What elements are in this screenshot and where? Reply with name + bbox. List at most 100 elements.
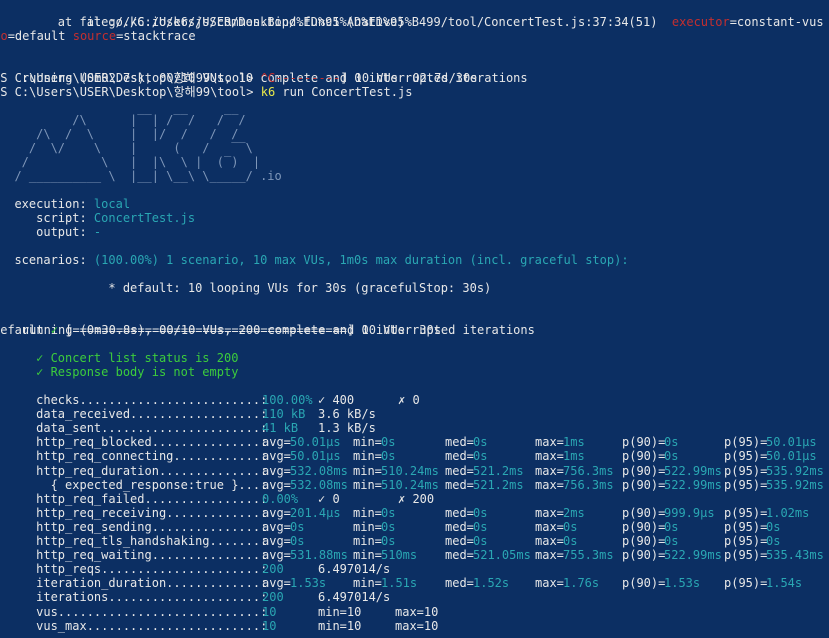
output-label: output: [0, 225, 94, 239]
metric-row: http_req_sending...............: avg= 0s m… [0, 520, 780, 534]
metric-value: min=10 [318, 619, 362, 633]
metric-value: ✗ 200 [398, 492, 435, 506]
metric-value: 522.99ms [664, 478, 722, 492]
metric-value: med= [445, 576, 474, 590]
metric-value: 10 [262, 605, 277, 619]
metric-value: avg= [262, 478, 291, 492]
execution-line: execution: local [0, 197, 130, 211]
metric-value: max= [535, 449, 564, 463]
metric-value: 521.2ms [473, 464, 524, 478]
metric-row: http_req_blocked...............: avg= 50.… [0, 435, 816, 449]
metric-value: p(90)= [622, 520, 666, 534]
terminal-window[interactable]: at go.k6.io/k6/js/common.Bind.func1 (nat… [0, 0, 829, 638]
metric-row: http_req_failed................: 0.00% ✓ … [0, 492, 434, 506]
log-value: =constant-vus [729, 15, 829, 29]
final-progress-line: running (0m30.8s), 00/10 VUs, 200 comple… [0, 309, 535, 337]
metric-name: http_req_blocked...............: [0, 435, 275, 449]
metric-value: 532.08ms [290, 478, 348, 492]
script-label: script: [0, 211, 94, 225]
metric-name: data_sent......................: [0, 421, 275, 435]
metric-value: 0s [664, 520, 679, 534]
metric-value: p(90)= [622, 534, 666, 548]
metric-value: p(95)= [724, 478, 768, 492]
scenarios-line: scenarios: (100.00%) 1 scenario, 10 max … [0, 253, 628, 267]
metric-name: http_req_tls_handshaking.......: [0, 534, 275, 548]
metric-value: med= [445, 449, 474, 463]
metric-name: checks.........................: [0, 393, 275, 407]
metric-value: 1.51s [381, 576, 418, 590]
metric-value: 532.08ms [290, 464, 348, 478]
metric-name: http_req_receiving.............: [0, 506, 275, 520]
metric-value: min= [353, 520, 382, 534]
metric-value: 535.92ms [766, 478, 824, 492]
metric-value: 6.497014/s [318, 562, 391, 576]
metric-value: 1ms [563, 435, 585, 449]
metric-value: 510.24ms [381, 464, 439, 478]
scenario-default-text: * default: 10 looping VUs for 30s (grace… [28, 281, 492, 295]
metric-value: 535.92ms [766, 464, 824, 478]
metric-value: 1.76s [563, 576, 600, 590]
metric-value: 1ms [563, 449, 585, 463]
prompt: PS C:\Users\USER\Desktop\항해99\tool> [0, 71, 261, 85]
k6-logo-line: / \/ \ | ( / ‾‾\ [0, 141, 253, 155]
metric-value: 6.497014/s [318, 590, 391, 604]
stack-line: at file:///C:/Users/USER/Desktop/%ED%95%… [0, 15, 829, 29]
metric-value: 522.99ms [664, 464, 722, 478]
metric-value: 0s [664, 435, 679, 449]
prompt-line: PS C:\Users\USER\Desktop\항해99\tool> ^C--… [0, 71, 477, 85]
metric-value: 200 [262, 590, 284, 604]
metric-value: 0s [473, 449, 488, 463]
metric-value: p(90)= [622, 449, 666, 463]
metric-row: { expected_response:true }...: avg= 532.0… [0, 478, 824, 492]
metric-value: max=10 [395, 619, 439, 633]
metric-value: 756.3ms [563, 478, 614, 492]
metric-value: 0s [290, 520, 305, 534]
metric-row: iterations.....................: 200 6.49… [0, 590, 390, 604]
metric-value: 50.01µs [290, 435, 341, 449]
prompt: PS C:\Users\USER\Desktop\항해99\tool> [0, 85, 261, 99]
metric-value: p(90)= [622, 464, 666, 478]
final-progress-bar: default ✓ [=============================… [0, 323, 441, 337]
output-line: output: - [0, 225, 101, 239]
metric-value: 1.53s [290, 576, 327, 590]
metric-row: vus_max........................: 10 min=1… [0, 619, 438, 633]
scenario-name: default [0, 323, 44, 337]
metric-value: med= [445, 506, 474, 520]
metric-value: p(95)= [724, 534, 768, 548]
metric-value: 1.54s [766, 576, 803, 590]
metric-value: avg= [262, 576, 291, 590]
metric-value: min= [353, 534, 382, 548]
metric-value: med= [445, 534, 474, 548]
metric-value: 0s [664, 534, 679, 548]
metric-row: data_sent......................: 41 kB 1.… [0, 421, 376, 435]
metric-value: med= [445, 548, 474, 562]
prompt-line[interactable]: PS C:\Users\USER\Desktop\항해99\tool> k6 r… [0, 85, 412, 99]
metric-value: 0.00% [262, 492, 299, 506]
metric-value: avg= [262, 534, 291, 548]
metric-value: 0s [381, 506, 396, 520]
log-key: source [72, 29, 117, 43]
metric-value: p(95)= [724, 449, 768, 463]
metric-row: http_reqs......................: 200 6.49… [0, 562, 390, 576]
metric-value: max=10 [395, 605, 439, 619]
metric-value: 0s [766, 534, 781, 548]
metric-value: p(95)= [724, 506, 768, 520]
metric-value: ✗ 0 [398, 393, 420, 407]
script-line: script: ConcertTest.js [0, 211, 195, 225]
metric-value: 0s [381, 520, 396, 534]
metric-value: 0s [473, 534, 488, 548]
metric-value: 535.43ms [766, 548, 824, 562]
metric-value: min= [353, 548, 382, 562]
metric-name: http_reqs......................: [0, 562, 275, 576]
metric-value: max= [535, 534, 564, 548]
metric-value: max= [535, 576, 564, 590]
command-args: run ConcertTest.js [275, 85, 413, 99]
metric-value: p(90)= [622, 478, 666, 492]
metric-value: med= [445, 520, 474, 534]
check-result: ✓ Response body is not empty [0, 365, 239, 379]
script-value: ConcertTest.js [93, 211, 196, 225]
metric-row: checks.........................: 100.00%… [0, 393, 420, 407]
metric-row: data_received..................: 110 kB 3… [0, 407, 376, 421]
metric-value: med= [445, 478, 474, 492]
metric-value: avg= [262, 449, 291, 463]
